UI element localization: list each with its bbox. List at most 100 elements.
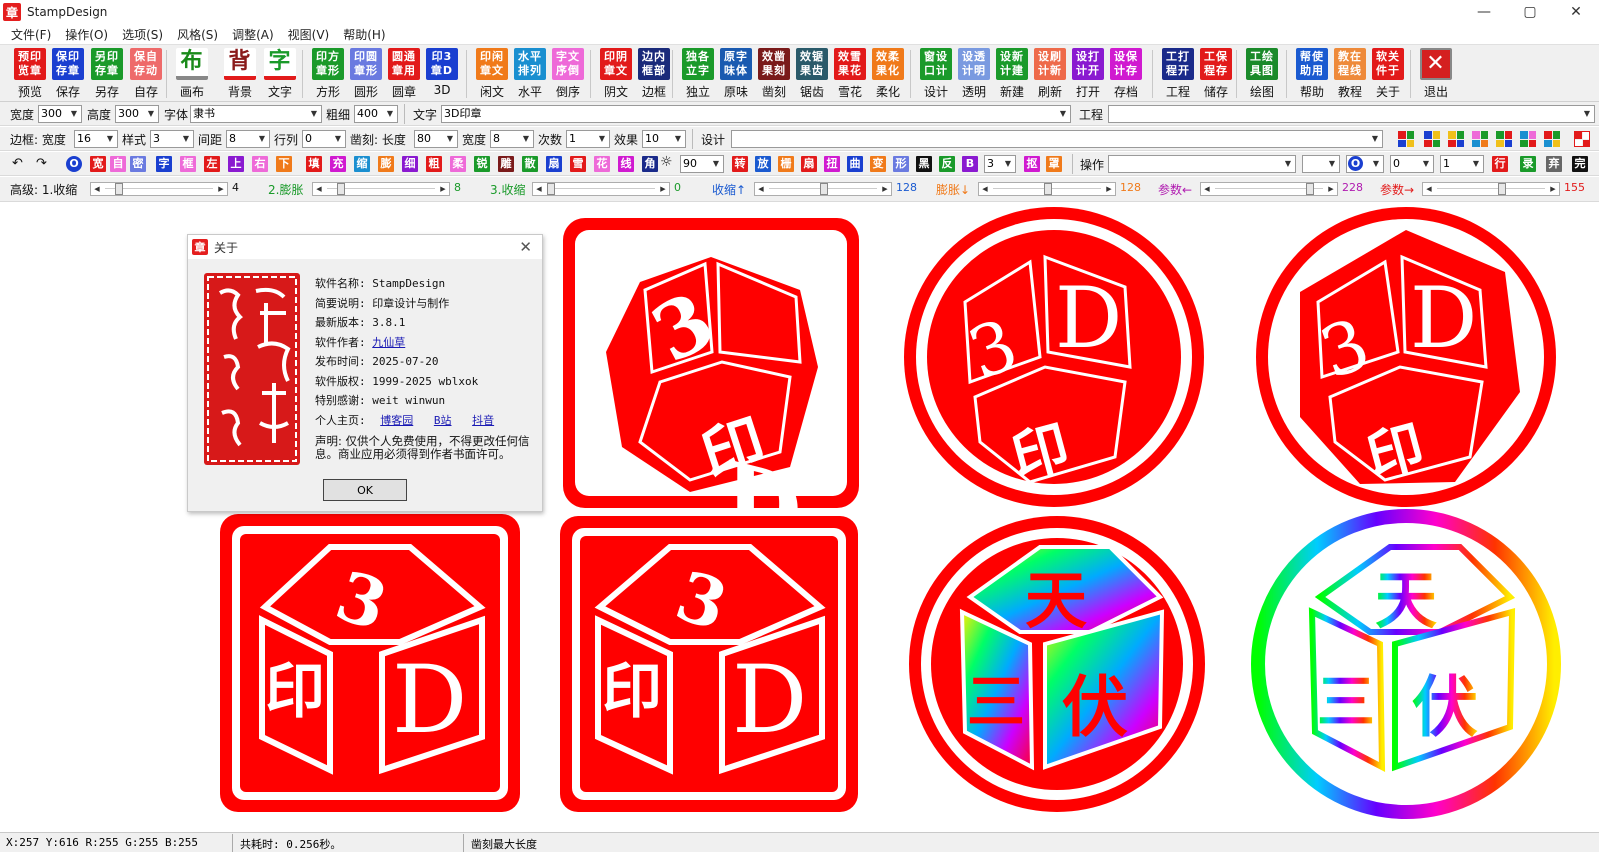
effect-button-chars-7[interactable]: 右 bbox=[252, 156, 268, 172]
color-scheme-7[interactable] bbox=[1574, 131, 1590, 147]
effect-button-chars-3[interactable]: 字 bbox=[156, 156, 172, 172]
color-scheme-2[interactable] bbox=[1448, 131, 1464, 147]
effect-button-chars-16[interactable]: 锐 bbox=[474, 156, 490, 172]
stamp-circle-3d-c[interactable]: 3 D 印 bbox=[1256, 207, 1556, 507]
height-combo[interactable]: 300 ▼ bbox=[115, 105, 159, 123]
slider-1[interactable]: ◀ ▶ bbox=[312, 182, 450, 196]
effect-button-chars-14[interactable]: 粗 bbox=[426, 156, 442, 172]
effect-button-chars2-7[interactable]: 形 bbox=[893, 156, 909, 172]
toolbar-button-2[interactable]: 另印存章 另存 bbox=[89, 48, 125, 100]
toolbar-button-34[interactable]: ✕ 退出 bbox=[1418, 48, 1454, 100]
toolbar-button-1[interactable]: 保印存章 保存 bbox=[50, 48, 86, 100]
toolbar-button-19[interactable]: 效锯果齿 锯齿 bbox=[794, 48, 830, 100]
stamp-text-combo[interactable]: 3D印章 ▼ bbox=[441, 105, 1071, 123]
effect-button-chars3-0[interactable]: 抠 bbox=[1024, 156, 1040, 172]
effect-button-chars-19[interactable]: 扇 bbox=[546, 156, 562, 172]
chevron-left-icon[interactable]: ◀ bbox=[755, 183, 767, 195]
redo-icon[interactable]: ↷ bbox=[36, 156, 47, 171]
effect-button-chars-11[interactable]: 缩 bbox=[354, 156, 370, 172]
effect-button-chars2-2[interactable]: 栅 bbox=[778, 156, 794, 172]
toolbar-button-12[interactable]: 水平排列 水平 bbox=[512, 48, 548, 100]
stamp-circle-3d-b[interactable]: 3 D 印 bbox=[904, 207, 1204, 507]
effect-button-chars-23[interactable]: 角 bbox=[642, 156, 658, 172]
slider-thumb[interactable] bbox=[115, 183, 124, 195]
color-scheme-1[interactable] bbox=[1424, 131, 1440, 147]
close-icon[interactable]: ✕ bbox=[1553, 0, 1599, 24]
toolbar-button-10[interactable]: 印3章D 3D bbox=[424, 48, 460, 100]
toolbar-button-21[interactable]: 效柔果化 柔化 bbox=[870, 48, 906, 100]
chevron-right-icon[interactable]: ▶ bbox=[657, 183, 669, 195]
link-cnblogs[interactable]: 博客园 bbox=[380, 414, 413, 427]
toolbar-button-23[interactable]: 设透计明 透明 bbox=[956, 48, 992, 100]
menu-operate[interactable]: 操作(O) bbox=[58, 26, 115, 43]
chevron-left-icon[interactable]: ◀ bbox=[979, 183, 991, 195]
effect-button-chars-20[interactable]: 雪 bbox=[570, 156, 586, 172]
stamp-square-3d-a[interactable]: 3 D 印 bbox=[563, 218, 859, 563]
spacing-combo[interactable]: 8 ▼ bbox=[226, 130, 270, 148]
zero-combo[interactable]: 0 ▼ bbox=[1390, 155, 1434, 173]
toolbar-button-0[interactable]: 预印览章 预览 bbox=[12, 48, 48, 100]
toolbar-button-4[interactable]: 布画布 bbox=[174, 48, 210, 100]
toolbar-button-14[interactable]: 印阴章文 阴文 bbox=[598, 48, 634, 100]
effect-button-chars-5[interactable]: 左 bbox=[204, 156, 220, 172]
stamp-circle-rainbow-f[interactable]: 天 三 伏 bbox=[909, 516, 1205, 812]
effect-button-chars2-5[interactable]: 曲 bbox=[847, 156, 863, 172]
slider-thumb[interactable] bbox=[337, 183, 346, 195]
toolbar-button-11[interactable]: 印闲章文 闲文 bbox=[474, 48, 510, 100]
chevron-left-icon[interactable]: ◀ bbox=[533, 183, 545, 195]
slider-3[interactable]: ◀ ▶ bbox=[754, 182, 892, 196]
maximize-icon[interactable]: ▢ bbox=[1507, 0, 1553, 24]
toolbar-button-3[interactable]: 保自存动 自存 bbox=[128, 48, 164, 100]
toolbar-button-24[interactable]: 设新计建 新建 bbox=[994, 48, 1030, 100]
toolbar-button-18[interactable]: 效凿果刻 凿刻 bbox=[756, 48, 792, 100]
chevron-right-icon[interactable]: ▶ bbox=[879, 183, 891, 195]
slider-thumb[interactable] bbox=[1498, 183, 1507, 195]
toolbar-button-32[interactable]: 教在程线 教程 bbox=[1332, 48, 1368, 100]
effect-button-chars-4[interactable]: 框 bbox=[180, 156, 196, 172]
chevron-right-icon[interactable]: ▶ bbox=[1325, 183, 1337, 195]
menu-file[interactable]: 文件(F) bbox=[4, 26, 58, 43]
toolbar-button-22[interactable]: 窗设口计 设计 bbox=[918, 48, 954, 100]
one-combo[interactable]: 1 ▼ bbox=[1440, 155, 1484, 173]
effect-button-chars2-0[interactable]: 转 bbox=[732, 156, 748, 172]
slider-thumb[interactable] bbox=[1044, 183, 1052, 195]
slider-0[interactable]: ◀ ▶ bbox=[90, 182, 228, 196]
toolbar-button-17[interactable]: 原字味体 原味 bbox=[718, 48, 754, 100]
action-button-3[interactable]: 完 bbox=[1572, 156, 1588, 172]
color-scheme-0[interactable] bbox=[1398, 131, 1414, 147]
stamp-square-3d-e[interactable]: 3 印 D bbox=[560, 516, 858, 812]
effect-button-chars2-1[interactable]: 放 bbox=[755, 156, 771, 172]
style-combo[interactable]: 3 ▼ bbox=[150, 130, 194, 148]
slider-4[interactable]: ◀ ▶ bbox=[978, 182, 1116, 196]
toolbar-button-33[interactable]: 软关件于 关于 bbox=[1370, 48, 1406, 100]
font-combo[interactable]: 隶书 ▼ bbox=[190, 105, 322, 123]
operation2-combo[interactable]: ▼ bbox=[1302, 155, 1340, 173]
chevron-left-icon[interactable]: ◀ bbox=[1201, 183, 1213, 195]
slider-thumb[interactable] bbox=[820, 183, 828, 195]
color-scheme-5[interactable] bbox=[1520, 131, 1536, 147]
chevron-left-icon[interactable]: ◀ bbox=[91, 183, 103, 195]
menu-help[interactable]: 帮助(H) bbox=[336, 26, 392, 43]
sun-icon[interactable]: ☼ bbox=[660, 154, 673, 170]
effect-button-chars-0[interactable]: 宽 bbox=[90, 156, 106, 172]
minimize-icon[interactable]: — bbox=[1461, 0, 1507, 24]
width-combo[interactable]: 300 ▼ bbox=[38, 105, 82, 123]
undo-icon[interactable]: ↶ bbox=[12, 156, 23, 171]
toolbar-button-20[interactable]: 效雪果花 雪花 bbox=[832, 48, 868, 100]
toolbar-button-15[interactable]: 边内框部 边框 bbox=[636, 48, 672, 100]
slider-2[interactable]: ◀ ▶ bbox=[532, 182, 670, 196]
toolbar-button-16[interactable]: 独各立字 独立 bbox=[680, 48, 716, 100]
slider-thumb[interactable] bbox=[547, 183, 555, 195]
toolbar-button-30[interactable]: 工绘具图 绘图 bbox=[1244, 48, 1280, 100]
stamp-square-3d-d[interactable]: 3 印 D bbox=[220, 514, 520, 812]
slider-6[interactable]: ◀ ▶ bbox=[1422, 182, 1560, 196]
color-scheme-4[interactable] bbox=[1496, 131, 1512, 147]
slider-thumb[interactable] bbox=[1305, 183, 1314, 195]
ok-button[interactable]: OK bbox=[323, 479, 407, 501]
effect-button-chars-8[interactable]: 下 bbox=[276, 156, 292, 172]
color-scheme-3[interactable] bbox=[1472, 131, 1488, 147]
design-combo[interactable]: ▼ bbox=[731, 130, 1383, 148]
times-combo[interactable]: 1 ▼ bbox=[566, 130, 610, 148]
effect-button-chars2-6[interactable]: 变 bbox=[870, 156, 886, 172]
toolbar-button-7[interactable]: 印方章形 方形 bbox=[310, 48, 346, 100]
